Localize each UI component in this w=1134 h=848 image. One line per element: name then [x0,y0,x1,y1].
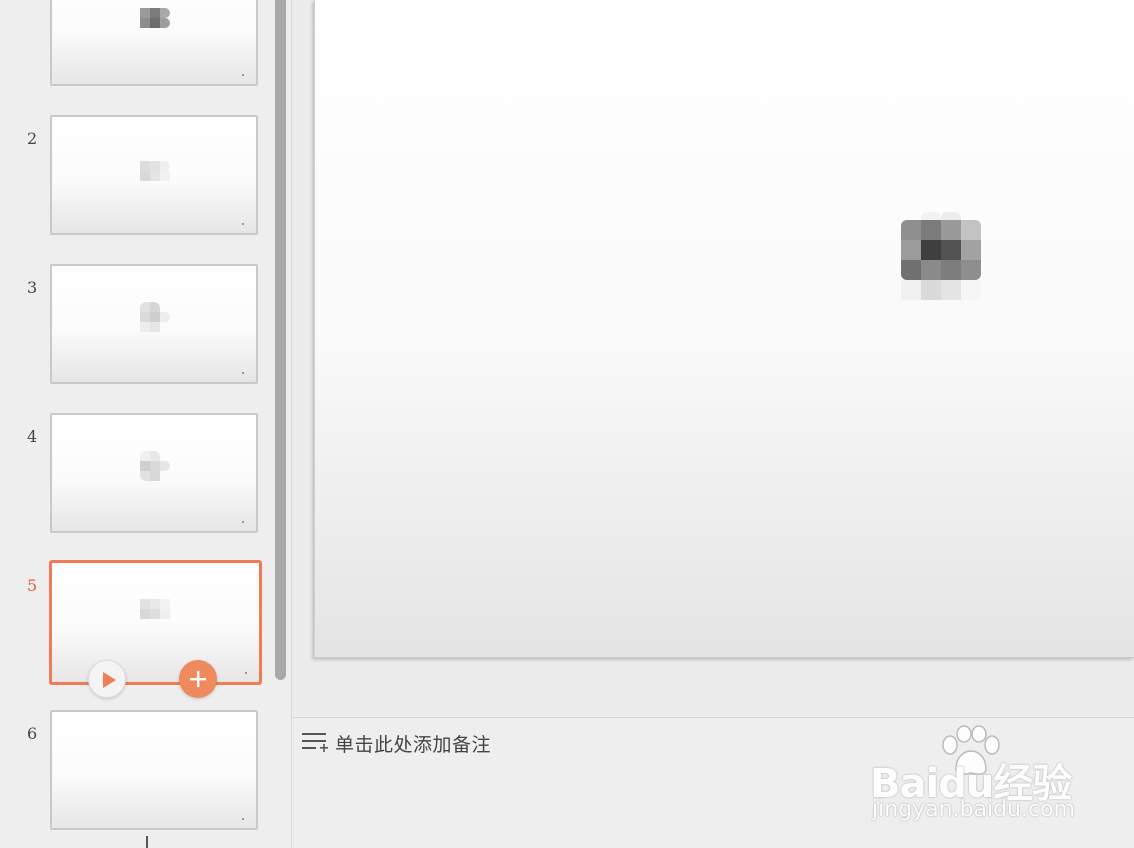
play-slide-button[interactable] [88,660,126,698]
slide-thumbnail[interactable] [50,413,258,533]
watermark-url: jingyan.baidu.com [872,797,1076,822]
slide-thumbnail-row-selected[interactable]: 5 [0,560,270,698]
thumbnail-blurred-content [140,302,180,332]
notes-lines-icon [301,730,329,758]
slide-thumbnail[interactable] [50,0,258,86]
slide-thumbnail[interactable] [50,264,258,384]
thumbnail-blurred-content [140,8,180,30]
baidu-jingyan-watermark: Baidu经验 jingyan.baidu.com [870,725,1080,835]
slide-number: 2 [27,129,38,148]
thumbnail-blurred-content [140,161,180,183]
slide-thumbnail-row[interactable]: 3 [0,264,270,388]
thumbnail-blurred-content [140,451,180,481]
slide-thumbnail[interactable] [50,710,258,830]
slide-number: 4 [27,427,38,446]
slide-thumbnail-row[interactable]: 2 [0,115,270,239]
plus-icon [190,671,206,687]
notes-placeholder[interactable]: 单击此处添加备注 [335,730,491,757]
presentation-editor: 2 3 4 5 6 单击此处添加备注 Baidu经验 jingyan.baidu… [0,0,1134,848]
slide-thumbnail-row[interactable] [0,0,270,90]
thumbnail-blurred-content [140,599,180,621]
add-slide-button[interactable] [179,660,217,698]
panel-bottom-marker [146,836,148,848]
slide-thumbnail-selected[interactable] [49,560,262,685]
slide-thumbnail-row[interactable]: 6 [0,710,270,834]
slide-thumbnail[interactable] [50,115,258,235]
slide-number: 5 [27,576,38,595]
canvas-blurred-content [901,212,981,300]
thumbnail-scrollbar[interactable] [275,0,286,680]
slide-thumbnail-panel: 2 3 4 5 6 [0,0,292,848]
slide-number: 6 [27,724,38,743]
play-icon [103,672,116,688]
slide-editing-canvas[interactable] [314,0,1134,658]
slide-number: 3 [27,278,38,297]
slide-thumbnail-row[interactable]: 4 [0,413,270,537]
